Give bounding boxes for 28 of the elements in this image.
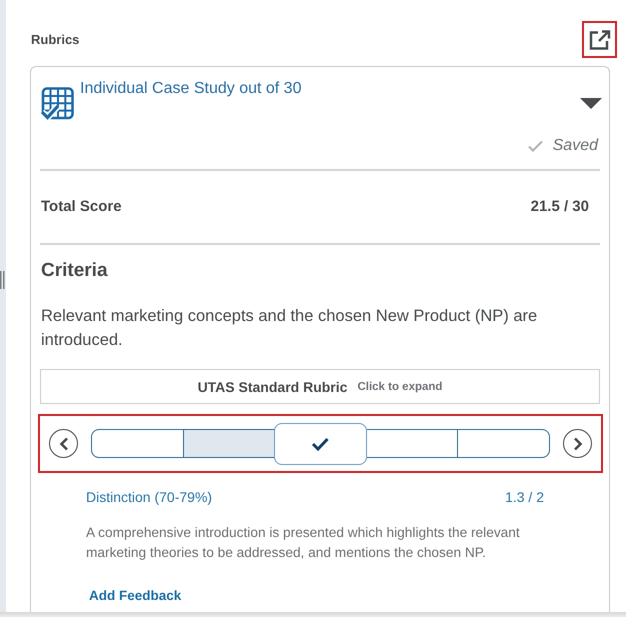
level-description: A comprehensive introduction is presented which highlights the relevant marketing theories to be addressed, and mentions the chosen NP. [85, 524, 521, 562]
total-score-label: Total Score [41, 197, 122, 217]
level-score: 1.3 / 2 [505, 488, 544, 506]
level-segment[interactable] [91, 429, 184, 458]
grid-check-icon [40, 87, 74, 121]
caret-down-icon[interactable] [580, 98, 602, 109]
rubric-title-link[interactable]: Individual Case Study out of 30 [80, 79, 302, 99]
checkmark-icon [311, 436, 330, 450]
level-segment[interactable] [274, 422, 367, 464]
level-segment[interactable] [458, 429, 550, 458]
external-link-icon [588, 30, 610, 50]
level-name: Distinction (70-79%) [86, 488, 212, 506]
panel-title: Rubrics [30, 32, 80, 47]
save-status: Saved [552, 136, 598, 156]
criteria-heading: Criteria [40, 259, 109, 283]
next-level-button[interactable] [563, 429, 592, 458]
chevron-left-icon [58, 436, 68, 450]
add-feedback-link[interactable]: Add Feedback [89, 588, 182, 603]
rubric-expand-button[interactable]: UTAS Standard Rubric Click to expand [40, 369, 600, 404]
level-segment[interactable] [366, 429, 458, 458]
check-icon [528, 140, 543, 152]
level-segment[interactable] [184, 429, 276, 458]
chevron-right-icon [572, 436, 582, 450]
criterion-description: Relevant marketing concepts and the chosen New Product (NP) are introduced. [40, 306, 538, 351]
previous-level-button[interactable] [49, 429, 78, 458]
popout-button[interactable] [582, 21, 617, 58]
total-score-value: 21.5 / 30 [530, 197, 589, 217]
resize-handle-icon[interactable] [0, 271, 5, 289]
